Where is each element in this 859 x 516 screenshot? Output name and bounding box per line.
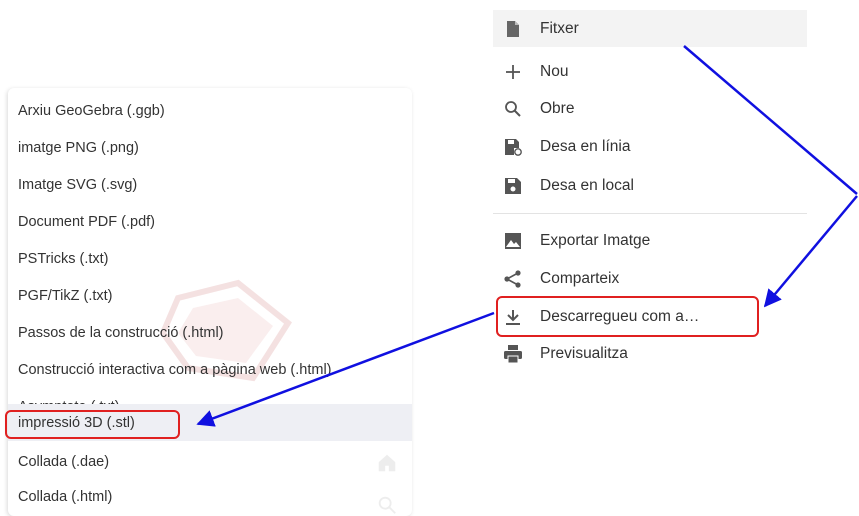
download-as-highlight [496,296,759,337]
export-ggb[interactable]: Arxiu GeoGebra (.ggb) [8,92,412,129]
export-pstricks-label: PSTricks (.txt) [18,250,109,267]
export-pgf-tikz-label: PGF/TikZ (.txt) [18,287,113,304]
menu-item-share[interactable]: Comparteix [493,260,807,297]
export-collada-dae-label: Collada (.dae) [18,453,110,470]
menu-item-save-local[interactable]: Desa en local [493,167,807,204]
menu-item-open[interactable]: Obre [493,90,807,127]
menu-header-label: Fitxer [540,19,579,37]
image-icon [505,233,521,249]
export-collada-html-label: Collada (.html) [18,488,113,505]
export-submenu: Arxiu GeoGebra (.ggb) imatge PNG (.png) … [8,88,412,516]
export-ggb-label: Arxiu GeoGebra (.ggb) [18,102,165,119]
menu-item-print-preview[interactable]: Previsualitza [493,335,807,372]
save-online-icon [505,139,522,156]
menu-item-export-image[interactable]: Exportar Imatge [493,222,807,259]
menu-item-save-local-label: Desa en local [540,176,634,194]
menu-item-save-online-label: Desa en línia [540,137,631,155]
export-pdf[interactable]: Document PDF (.pdf) [8,203,412,240]
save-icon [505,178,521,194]
stl-highlight [5,410,180,439]
export-interactive-webpage-label: Construcció interactiva com a pàgina web… [18,361,332,378]
menu-item-share-label: Comparteix [540,269,620,287]
menu-item-save-online[interactable]: Desa en línia [493,128,807,165]
export-svg-label: Imatge SVG (.svg) [18,176,138,193]
export-construction-steps[interactable]: Passos de la construcció (.html) [8,314,412,351]
export-pgf-tikz[interactable]: PGF/TikZ (.txt) [8,277,412,314]
export-collada-dae[interactable]: Collada (.dae) [8,443,412,480]
menu-item-print-preview-label: Previsualitza [540,344,628,362]
share-icon [504,270,521,288]
export-collada-html[interactable]: Collada (.html) [8,478,412,515]
export-construction-steps-label: Passos de la construcció (.html) [18,324,224,341]
search-icon [505,101,521,117]
export-interactive-webpage[interactable]: Construcció interactiva com a pàgina web… [8,351,412,388]
print-icon [504,345,522,364]
export-pdf-label: Document PDF (.pdf) [18,213,155,230]
menu-item-new-label: Nou [540,62,569,80]
export-pstricks[interactable]: PSTricks (.txt) [8,240,412,277]
menu-item-export-image-label: Exportar Imatge [540,231,651,249]
menu-item-new[interactable]: Nou [493,53,807,90]
export-png[interactable]: imatge PNG (.png) [8,129,412,166]
menu-item-open-label: Obre [540,99,575,117]
export-png-label: imatge PNG (.png) [18,139,139,156]
file-icon [507,21,519,37]
menu-header-file[interactable]: Fitxer [493,10,807,47]
menu-separator [493,213,807,214]
export-svg[interactable]: Imatge SVG (.svg) [8,166,412,203]
plus-icon [506,65,520,79]
